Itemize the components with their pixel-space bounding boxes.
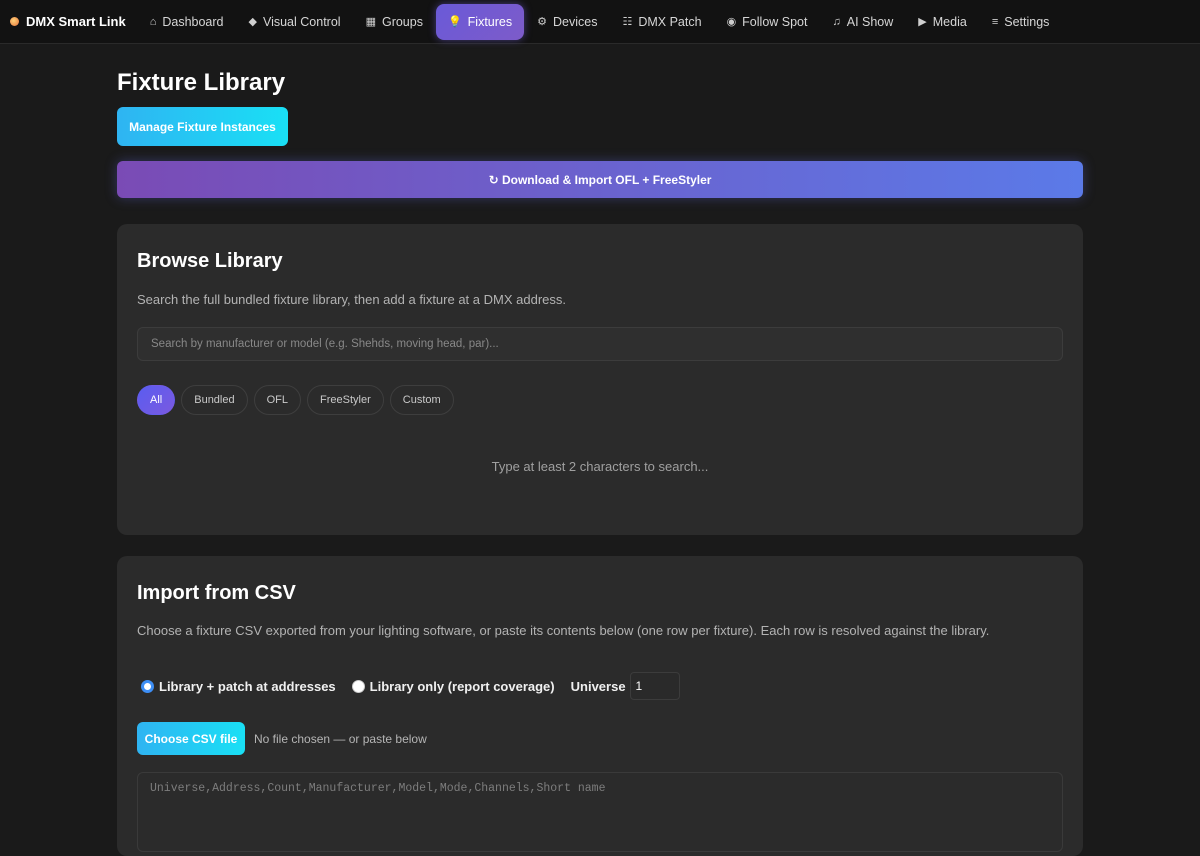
radio-patch-label[interactable]: Library + patch at addresses <box>159 679 336 694</box>
universe-input[interactable]: 1 <box>629 672 680 700</box>
nav-ai-show[interactable]: ♫ AI Show <box>820 4 905 40</box>
menu-icon: ≡ <box>991 15 999 28</box>
radio-report-mode[interactable] <box>351 679 365 693</box>
nav-label: Settings <box>1004 14 1050 29</box>
search-placeholder: Search by manufacturer or model (e.g. Sh… <box>151 338 499 350</box>
nav-fixtures[interactable]: 💡 Fixtures <box>435 3 525 40</box>
search-empty-message: Type at least 2 characters to search... <box>491 459 709 474</box>
top-nav: DMX Smart Link ⌂ Dashboard ◆ Visual Cont… <box>0 0 1200 44</box>
universe-label: Universe <box>570 678 626 694</box>
csv-paste-textarea[interactable]: Universe,Address,Count,Manufacturer,Mode… <box>137 772 1063 852</box>
lightbulb-icon: 💡 <box>447 16 462 28</box>
filter-chip-freestyler[interactable]: FreeStyler <box>307 385 384 415</box>
home-icon: ⌂ <box>149 15 157 28</box>
nav-dashboard[interactable]: ⌂ Dashboard <box>138 4 236 40</box>
filter-chip-custom[interactable]: Custom <box>389 385 454 415</box>
source-filter-chips: All Bundled OFL FreeStyler Custom <box>137 385 1063 415</box>
nav-media[interactable]: ▶ Media <box>906 4 979 40</box>
fixture-search-input[interactable]: Search by manufacturer or model (e.g. Sh… <box>137 327 1063 361</box>
browse-library-description: Search the full bundled fixture library,… <box>137 292 566 307</box>
file-status-text: No file chosen — or paste below <box>254 731 427 746</box>
nav-label: Visual Control <box>262 14 341 29</box>
main-content: Fixture Library Manage Fixture Instances… <box>117 44 1083 856</box>
nav-follow-spot[interactable]: ◉ Follow Spot <box>715 4 820 40</box>
filter-chip-all[interactable]: All <box>137 385 176 415</box>
radio-patch-mode[interactable] <box>141 679 154 693</box>
gear-icon: ⚙ <box>537 16 547 28</box>
grid-icon: ▦ <box>365 16 376 28</box>
nav-label: Groups <box>381 14 423 29</box>
csv-import-title: Import from CSV <box>137 582 296 604</box>
nav-label: Devices <box>553 14 598 29</box>
nav-label: DMX Patch <box>638 14 702 29</box>
diamond-icon: ◆ <box>248 16 257 28</box>
nav-settings[interactable]: ≡ Settings <box>980 4 1062 40</box>
choose-csv-file-button[interactable]: Choose CSV file <box>137 722 245 755</box>
music-note-icon: ♫ <box>832 15 841 28</box>
play-icon: ▶ <box>918 16 927 28</box>
filter-chip-bundled[interactable]: Bundled <box>181 385 248 415</box>
nav-label: Dashboard <box>162 14 224 29</box>
brand[interactable]: DMX Smart Link <box>8 14 126 29</box>
csv-textarea-placeholder: Universe,Address,Count,Manufacturer,Mode… <box>150 782 606 795</box>
nav-label: Fixtures <box>467 14 513 29</box>
brand-logo-icon <box>10 17 19 26</box>
nav-groups[interactable]: ▦ Groups <box>354 4 435 40</box>
spotlight-icon: ◉ <box>726 16 737 28</box>
nav-label: Follow Spot <box>742 14 808 29</box>
browse-library-card: Browse Library Search the full bundled f… <box>117 224 1083 535</box>
file-picker-row: Choose CSV file No file chosen — or past… <box>137 722 1063 755</box>
nav-visual-control[interactable]: ◆ Visual Control <box>237 4 353 40</box>
csv-import-description: Choose a fixture CSV exported from your … <box>137 623 990 638</box>
radio-report-label[interactable]: Library only (report coverage) <box>370 679 555 694</box>
browse-library-title: Browse Library <box>137 250 283 272</box>
nav-label: Media <box>932 14 967 29</box>
csv-import-card: Import from CSV Choose a fixture CSV exp… <box>117 556 1083 856</box>
nav-dmx-patch[interactable]: ☷ DMX Patch <box>610 4 713 40</box>
nav-label: AI Show <box>846 14 894 29</box>
nav-devices[interactable]: ⚙ Devices <box>525 4 609 40</box>
import-mode-row: Library + patch at addresses Library onl… <box>137 672 1063 700</box>
manage-fixture-instances-button[interactable]: Manage Fixture Instances <box>117 107 288 146</box>
filter-chip-ofl[interactable]: OFL <box>253 385 302 415</box>
brand-name: DMX Smart Link <box>26 14 126 29</box>
list-icon: ☷ <box>622 16 633 28</box>
download-import-button[interactable]: ↻ Download & Import OFL + FreeStyler <box>117 161 1083 198</box>
page-title: Fixture Library <box>117 69 286 96</box>
